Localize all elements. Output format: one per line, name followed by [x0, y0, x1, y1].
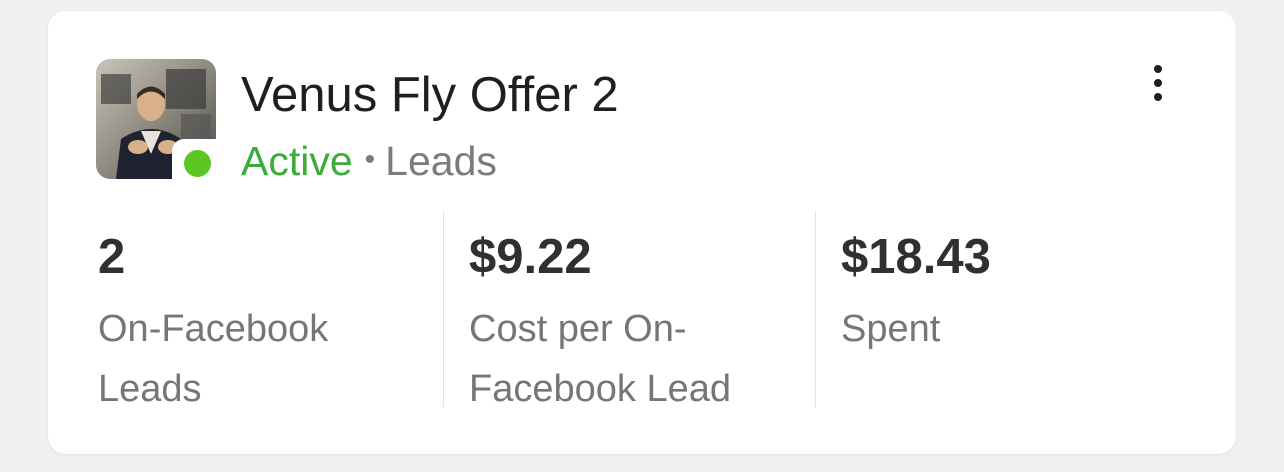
- divider: [815, 211, 816, 407]
- status-dot-icon: [184, 150, 211, 177]
- stats-row: 2 On-Facebook Leads $9.22 Cost per On- F…: [48, 211, 1236, 411]
- campaign-title[interactable]: Venus Fly Offer 2: [241, 71, 619, 120]
- stat-value: 2: [98, 230, 126, 284]
- stat-label: On-Facebook Leads: [98, 299, 328, 419]
- stat-cost-per-lead: $9.22 Cost per On- Facebook Lead: [469, 211, 809, 411]
- campaign-card[interactable]: Venus Fly Offer 2 Active • Leads 2 On-Face…: [48, 11, 1236, 454]
- divider: [443, 211, 444, 407]
- stat-value: $9.22: [469, 230, 592, 284]
- stat-value: $18.43: [841, 230, 991, 284]
- status-label: Active: [241, 138, 353, 184]
- stat-label-line: Facebook Lead: [469, 368, 731, 410]
- stat-label-line: Leads: [98, 368, 202, 410]
- stat-label: Cost per On- Facebook Lead: [469, 299, 731, 419]
- more-options-icon[interactable]: [1140, 55, 1176, 111]
- stat-label-line: Spent: [841, 308, 941, 350]
- campaign-subtitle: Active • Leads: [241, 141, 497, 182]
- stat-leads: 2 On-Facebook Leads: [98, 211, 438, 411]
- separator-dot: •: [364, 143, 376, 176]
- stat-label-line: On-Facebook: [98, 308, 329, 350]
- campaign-thumbnail: [96, 59, 220, 187]
- stat-label: Spent: [841, 299, 940, 359]
- objective-label: Leads: [385, 138, 497, 184]
- stat-label-line: Cost per On-: [469, 308, 687, 350]
- stat-spent: $18.43 Spent: [841, 211, 1181, 407]
